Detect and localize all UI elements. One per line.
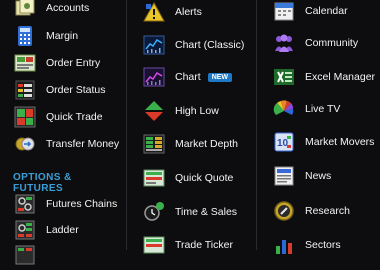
alerts-icon — [143, 1, 165, 23]
market-movers-icon: 10 — [273, 131, 295, 153]
menu-item-market-movers[interactable]: 10 Market Movers — [257, 127, 380, 157]
accounts-icon — [14, 0, 36, 19]
sectors-icon — [273, 234, 295, 256]
menu-item-research[interactable]: Research — [257, 196, 380, 226]
menu-item-label: Research — [305, 205, 350, 217]
order-status-icon — [14, 79, 36, 101]
quick-quote-icon — [143, 167, 165, 189]
menu-item-chart-classic[interactable]: Chart (Classic) — [127, 30, 255, 60]
menu-item-market-depth[interactable]: Market Depth — [127, 129, 255, 159]
futures-chains-icon — [14, 193, 36, 215]
menu-item-label: Margin — [46, 30, 79, 42]
high-low-icon — [143, 100, 165, 122]
menu-item-high-low[interactable]: High Low — [127, 96, 255, 126]
calendar-icon — [273, 0, 295, 22]
menu-item-label: Alerts — [175, 6, 202, 18]
menu-item-margin[interactable]: Margin — [0, 21, 124, 51]
menu-item-live-tv[interactable]: Live TV — [257, 94, 380, 124]
menu-item-label: Ladder — [46, 224, 79, 236]
menu-item-label: Community — [305, 37, 359, 49]
menu-item-accounts[interactable]: Accounts — [0, 0, 124, 23]
menu-item-label: Excel Manager — [305, 71, 376, 83]
menu-item-label: Order Entry — [46, 57, 101, 69]
news-icon — [273, 165, 295, 187]
menu-item-quick-quote[interactable]: Quick Quote — [127, 163, 255, 193]
chart-icon — [143, 66, 165, 88]
menu-item-time-sales[interactable]: Time & Sales — [127, 197, 255, 227]
menu-item-label: Trade Ticker — [175, 239, 233, 251]
menu-item-chart[interactable]: Chart NEW — [127, 62, 255, 92]
menu-item-label: Accounts — [46, 2, 90, 14]
quick-trade-icon — [14, 106, 36, 128]
svg-text:10: 10 — [277, 138, 289, 149]
menu-item-label: Market Depth — [175, 138, 239, 150]
menu-column-account: Accounts Margin Order Entry Order Status… — [0, 0, 124, 265]
research-icon — [273, 200, 295, 222]
menu-column-market-tools: Alerts Chart (Classic) Chart NEW High Lo… — [126, 0, 255, 254]
menu-item-trade-ticker[interactable]: Trade Ticker — [127, 230, 255, 260]
menu-column-information: Calendar Community Excel Manager Live TV… — [256, 0, 380, 254]
menu-item-label: Futures Chains — [46, 198, 118, 210]
menu-item-label: Order Status — [46, 84, 106, 96]
menu-item-transfer-money[interactable]: Transfer Money — [0, 129, 124, 159]
live-tv-icon — [273, 98, 295, 120]
menu-item-news[interactable]: News — [257, 161, 380, 191]
ladder-icon — [14, 219, 36, 241]
menu-item-calendar[interactable]: Calendar — [257, 0, 380, 26]
menu-item-sectors[interactable]: Sectors — [257, 230, 380, 260]
menu-item-alerts[interactable]: Alerts — [127, 0, 255, 27]
transfer-money-icon — [14, 133, 36, 155]
menu-item-label: High Low — [175, 105, 219, 117]
menu-item-excel-manager[interactable]: Excel Manager — [257, 62, 380, 92]
menu-item-partial[interactable] — [0, 240, 124, 270]
menu-item-label: Sectors — [305, 239, 341, 251]
menu-item-order-status[interactable]: Order Status — [0, 75, 124, 105]
menu-item-label: Quick Trade — [46, 111, 103, 123]
excel-manager-icon — [273, 66, 295, 88]
options-partial-icon — [14, 244, 36, 266]
menu-item-label: Transfer Money — [46, 138, 120, 150]
menu-item-community[interactable]: Community — [257, 28, 380, 58]
order-entry-icon — [14, 52, 36, 74]
menu-item-label: Quick Quote — [175, 172, 234, 184]
menu-item-label: News — [305, 170, 332, 182]
menu-item-order-entry[interactable]: Order Entry — [0, 48, 124, 78]
menu-item-label: Chart — [175, 71, 201, 83]
menu-item-label: Live TV — [305, 103, 341, 115]
market-depth-icon — [143, 133, 165, 155]
new-badge: NEW — [207, 72, 233, 82]
margin-calculator-icon — [14, 25, 36, 47]
menu-item-label: Calendar — [305, 5, 348, 17]
menu-item-label: Market Movers — [305, 136, 375, 148]
menu-item-label: Chart (Classic) — [175, 39, 245, 51]
community-icon — [273, 32, 295, 54]
time-sales-icon — [143, 201, 165, 223]
menu-item-quick-trade[interactable]: Quick Trade — [0, 102, 124, 132]
trade-ticker-icon — [143, 234, 165, 256]
chart-classic-icon — [143, 34, 165, 56]
menu-item-label: Time & Sales — [175, 206, 238, 218]
